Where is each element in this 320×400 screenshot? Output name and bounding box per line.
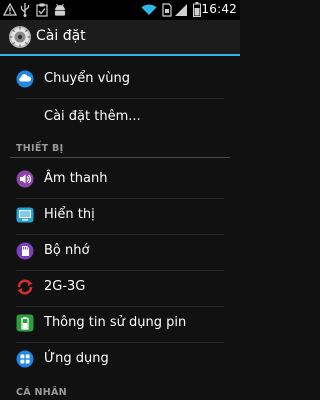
settings-item-label: Âm thanh xyxy=(44,171,108,186)
settings-item-storage[interactable]: Bộ nhớ xyxy=(0,234,240,268)
storage-icon xyxy=(16,242,34,260)
battery-icon xyxy=(193,2,201,17)
settings-item-label: Bộ nhớ xyxy=(44,243,90,258)
settings-item-battery-usage[interactable]: Thông tin sử dụng pin xyxy=(0,306,240,340)
settings-item-label: Hiển thị xyxy=(44,207,95,222)
settings-item-label: 2G-3G xyxy=(44,279,86,294)
divider xyxy=(16,98,224,99)
section-header-personal: CÁ NHÂN xyxy=(16,387,67,398)
settings-app-icon[interactable] xyxy=(8,25,32,49)
settings-item-more[interactable]: Cài đặt thêm... xyxy=(0,100,240,134)
android-debug-icon xyxy=(55,3,65,16)
settings-item-apps[interactable]: Ứng dụng xyxy=(0,342,240,376)
sound-icon xyxy=(16,170,34,188)
settings-item-label: Thông tin sử dụng pin xyxy=(44,315,187,330)
clipboard-check-icon xyxy=(36,3,48,17)
page-title: Cài đặt xyxy=(36,28,86,44)
network-switch-icon xyxy=(17,279,33,295)
action-bar-divider xyxy=(0,54,240,56)
settings-item-2g-3g[interactable]: 2G-3G xyxy=(0,270,240,304)
status-bar: 16:42 xyxy=(0,0,240,20)
settings-item-display[interactable]: Hiển thị xyxy=(0,198,240,232)
warning-icon xyxy=(3,3,17,16)
usb-icon xyxy=(20,3,30,17)
settings-item-label: Chuyển vùng xyxy=(44,71,131,86)
clock: 16:42 xyxy=(201,2,237,16)
settings-item-roaming[interactable]: Chuyển vùng xyxy=(0,62,240,96)
settings-item-label: Ứng dụng xyxy=(44,351,109,366)
battery-usage-icon xyxy=(16,314,34,332)
settings-item-sound[interactable]: Âm thanh xyxy=(0,162,240,196)
roaming-cloud-icon xyxy=(16,70,34,88)
section-divider xyxy=(10,157,230,158)
settings-item-label: Cài đặt thêm... xyxy=(44,109,141,124)
signal-icon xyxy=(175,4,187,16)
display-icon xyxy=(16,207,34,223)
section-header-device: THIẾT BỊ xyxy=(16,143,64,154)
apps-icon xyxy=(16,350,34,368)
sim-card-icon xyxy=(162,3,172,17)
wifi-icon xyxy=(141,4,157,15)
